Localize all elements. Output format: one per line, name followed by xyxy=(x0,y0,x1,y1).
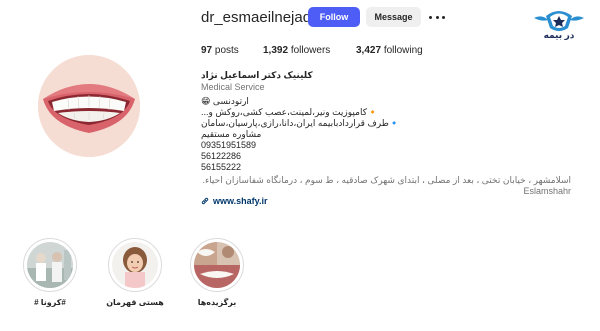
bio-phone: 09351951589 xyxy=(201,140,257,150)
following-stat[interactable]: 3,427 following xyxy=(356,45,423,57)
bio-line: 🔸کامپوزیت ونیر،لمینت،عصب کشی،روکش و... xyxy=(201,107,379,117)
bio-phone: 56155222 xyxy=(201,162,242,172)
bio-city[interactable]: Eslamshahr xyxy=(201,186,571,196)
link-icon xyxy=(201,197,209,205)
highlight-label: برگزیده‌ها xyxy=(197,298,237,307)
bio-address: اسلامشهر ، خیابان تختی ، بعد از مصلی ، ا… xyxy=(202,175,571,185)
highlight-thumbnail xyxy=(194,242,240,288)
highlight-thumbnail xyxy=(112,242,158,288)
smile-teeth-image xyxy=(38,55,140,157)
bio-line: مشاوره مستقیم xyxy=(201,129,262,139)
following-count: 3,427 xyxy=(356,45,382,56)
bio-name: کلینیک دکتر اسماعیل نژاد xyxy=(201,70,313,80)
bio-line: ارتودنسی 😁 xyxy=(201,96,249,106)
bio-line: 🔹طرف قراردادبابیمه ایران،دانا،رازی،پارسی… xyxy=(201,118,401,128)
posts-stat: 97 posts xyxy=(201,45,239,57)
follow-button[interactable]: Follow xyxy=(308,7,360,27)
website-link[interactable]: www.shafy.ir xyxy=(201,196,268,206)
highlight-thumbnail xyxy=(27,242,73,288)
website-link-text[interactable]: www.shafy.ir xyxy=(213,196,268,206)
username: dr_esmaeilnejad xyxy=(201,8,312,26)
logo-text: در بیمه xyxy=(543,30,575,40)
profile-avatar[interactable] xyxy=(38,55,140,157)
followers-label: followers xyxy=(290,45,331,56)
message-button[interactable]: Message xyxy=(366,7,421,27)
highlight-selected[interactable]: برگزیده‌ها xyxy=(188,238,246,307)
followers-stat[interactable]: 1,392 followers xyxy=(263,45,330,57)
bio-category: Medical Service xyxy=(201,82,265,92)
more-options-icon[interactable] xyxy=(429,10,445,24)
highlight-label: #کرونا # xyxy=(34,298,66,307)
posts-count: 97 xyxy=(201,45,213,56)
bio-phone: 56122286 xyxy=(201,151,242,161)
highlight-label: هستی قهرمان xyxy=(106,298,164,307)
profile-header: dr_esmaeilnejad Follow Message xyxy=(201,6,445,28)
highlight-hasti[interactable]: هستی قهرمان xyxy=(106,238,164,307)
followers-count: 1,392 xyxy=(263,45,289,56)
posts-label: posts xyxy=(214,45,239,56)
following-label: following xyxy=(383,45,423,56)
highlight-corona[interactable]: #کرونا # xyxy=(21,238,79,307)
